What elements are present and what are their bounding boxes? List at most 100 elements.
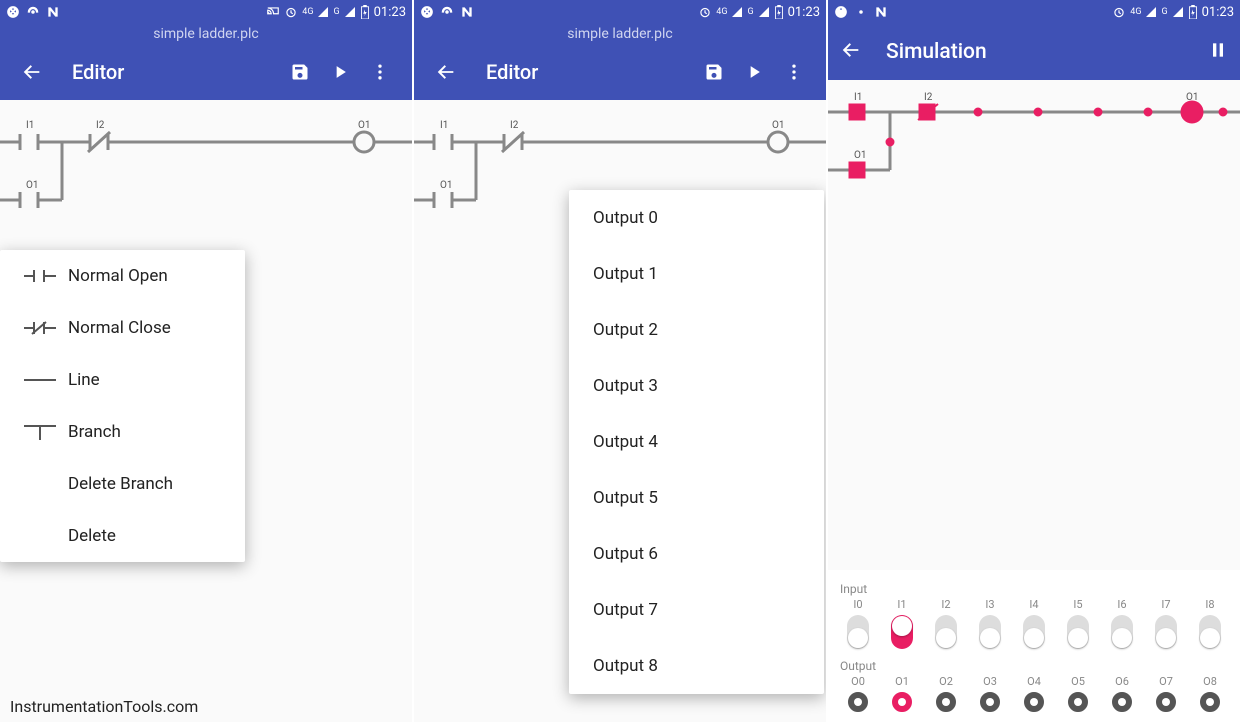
output-indicator-O7: O7	[1146, 675, 1186, 712]
menu-label: Delete	[68, 526, 116, 546]
menu-normal-close[interactable]: Normal Close	[0, 302, 245, 354]
menu-delete-branch[interactable]: Delete Branch	[0, 458, 245, 510]
save-button[interactable]	[694, 52, 734, 92]
menu-label: Delete Branch	[68, 474, 173, 494]
back-button[interactable]	[840, 39, 862, 65]
toggle-switch[interactable]	[1199, 615, 1221, 649]
output-option-5[interactable]: Output 5	[569, 470, 824, 526]
pause-button[interactable]	[1208, 40, 1228, 64]
menu-normal-open[interactable]: Normal Open	[0, 250, 245, 302]
io-label: O8	[1203, 675, 1217, 688]
net-4g: 4G	[302, 7, 313, 17]
menu-line[interactable]: Line	[0, 354, 245, 406]
save-button[interactable]	[280, 52, 320, 92]
normal-close-icon	[20, 320, 60, 336]
toggle-switch[interactable]	[935, 615, 957, 649]
input-toggle-I8[interactable]: I8	[1190, 598, 1230, 649]
status-bar: 4G G 01:23	[414, 0, 826, 24]
output-led	[936, 692, 956, 712]
input-toggle-I0[interactable]: I0	[838, 598, 878, 649]
output-option-8[interactable]: Output 8	[569, 638, 824, 694]
play-button[interactable]	[320, 52, 360, 92]
output-indicator-O0: O0	[838, 675, 878, 712]
camera-icon	[6, 5, 20, 19]
status-time: 01:23	[788, 5, 820, 20]
toggle-switch[interactable]	[847, 615, 869, 649]
input-toggle-I2[interactable]: I2	[926, 598, 966, 649]
output-select-menu: Output 0 Output 1 Output 2 Output 3 Outp…	[569, 190, 824, 694]
hotspot-icon	[440, 5, 454, 19]
line-icon	[20, 372, 60, 388]
input-toggle-I3[interactable]: I3	[970, 598, 1010, 649]
output-led	[1112, 692, 1132, 712]
app-title: Editor	[486, 60, 538, 84]
status-time: 01:23	[1202, 5, 1234, 20]
output-option-0[interactable]: Output 0	[569, 190, 824, 246]
app-bar: Editor	[0, 44, 412, 100]
camera-icon	[420, 5, 434, 19]
io-label: O1	[895, 675, 909, 688]
menu-branch[interactable]: Branch	[0, 406, 245, 458]
branch-icon	[20, 422, 60, 442]
menu-delete[interactable]: Delete	[0, 510, 245, 562]
screen-editor-outputs: 4G G 01:23 simple ladder.plc Editor I1 I…	[414, 0, 828, 722]
io-label: O7	[1159, 675, 1173, 688]
io-label: I7	[1161, 598, 1170, 611]
net-g: G	[747, 7, 753, 17]
input-toggle-I5[interactable]: I5	[1058, 598, 1098, 649]
menu-label: Branch	[68, 422, 121, 442]
sim-ladder-canvas: I1 I2 O1 O1	[828, 80, 1240, 220]
output-indicator-O5: O5	[1058, 675, 1098, 712]
input-toggle-I6[interactable]: I6	[1102, 598, 1142, 649]
output-option-1[interactable]: Output 1	[569, 246, 824, 302]
status-time: 01:23	[374, 5, 406, 20]
edit-context-menu: Normal Open Normal Close Line Branch Del…	[0, 250, 245, 562]
play-button[interactable]	[734, 52, 774, 92]
file-name: simple ladder.plc	[414, 24, 826, 44]
sim-app-bar: Simulation	[828, 24, 1240, 80]
toggle-switch[interactable]	[891, 615, 913, 649]
cast-icon	[266, 5, 280, 19]
hotspot-icon	[854, 5, 868, 19]
output-led	[848, 692, 868, 712]
io-label: I3	[985, 598, 994, 611]
io-label: O3	[983, 675, 997, 688]
signal-icon-2	[1172, 6, 1184, 18]
io-label: O5	[1071, 675, 1085, 688]
ladder-canvas[interactable]: I1 I2 O1 O1	[0, 100, 412, 220]
output-option-7[interactable]: Output 7	[569, 582, 824, 638]
input-toggle-I7[interactable]: I7	[1146, 598, 1186, 649]
screen-editor-menu: 4G G 01:23 simple ladder.plc Editor I1 I…	[0, 0, 414, 722]
output-option-3[interactable]: Output 3	[569, 358, 824, 414]
battery-icon	[774, 5, 784, 19]
sim-title: Simulation	[886, 40, 987, 64]
toggle-switch[interactable]	[1023, 615, 1045, 649]
io-label: I5	[1073, 598, 1082, 611]
overflow-button[interactable]	[774, 52, 814, 92]
toggle-switch[interactable]	[1155, 615, 1177, 649]
back-button[interactable]	[426, 52, 466, 92]
io-label: I1	[897, 598, 906, 611]
output-option-2[interactable]: Output 2	[569, 302, 824, 358]
output-option-6[interactable]: Output 6	[569, 526, 824, 582]
app-title: Editor	[72, 60, 124, 84]
toggle-switch[interactable]	[979, 615, 1001, 649]
io-label: O6	[1115, 675, 1129, 688]
menu-label: Line	[68, 370, 100, 390]
output-indicator-O3: O3	[970, 675, 1010, 712]
io-label: I4	[1029, 598, 1038, 611]
output-led	[1024, 692, 1044, 712]
input-toggle-I4[interactable]: I4	[1014, 598, 1054, 649]
sim-io-panel: Input I0I1I2I3I4I5I6I7I8 Output O0O1O2O3…	[828, 570, 1240, 722]
signal-icon	[317, 6, 329, 18]
menu-label: Normal Open	[68, 266, 168, 286]
toggle-switch[interactable]	[1111, 615, 1133, 649]
input-row: I0 I1 I2 I3 I4 I5 I6 I7 I8	[834, 598, 1234, 649]
hotspot-icon	[26, 5, 40, 19]
overflow-button[interactable]	[360, 52, 400, 92]
io-label: O0	[851, 675, 865, 688]
output-option-4[interactable]: Output 4	[569, 414, 824, 470]
toggle-switch[interactable]	[1067, 615, 1089, 649]
input-toggle-I1[interactable]: I1	[882, 598, 922, 649]
back-button[interactable]	[12, 52, 52, 92]
